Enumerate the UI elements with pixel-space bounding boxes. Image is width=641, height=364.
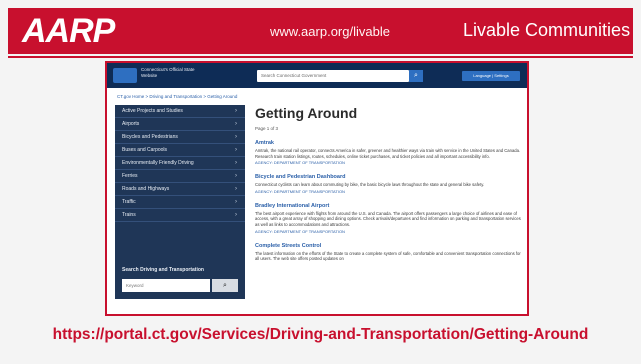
entry-title-link[interactable]: Complete Streets Control — [255, 243, 521, 249]
entry-description: Connecticut cyclists can learn about com… — [255, 182, 485, 188]
chevron-right-icon: › — [235, 147, 237, 153]
sidebar-item-label: Trains — [122, 212, 136, 218]
entry-title-link[interactable]: Bradley International Airport — [255, 203, 521, 209]
sidebar-item-roads[interactable]: Roads and Highways › — [115, 183, 245, 196]
entry-description: Amtrak, the national rail operator, conn… — [255, 148, 521, 159]
header-url[interactable]: www.aarp.org/livable — [270, 24, 390, 39]
language-button[interactable]: Language | Settings — [462, 71, 520, 81]
portal-header: Connecticut's Official State Website Sea… — [107, 63, 527, 88]
chevron-right-icon: › — [235, 108, 237, 114]
entry-agency-link[interactable]: AGENCY: DEPARTMENT OF TRANSPORTATION — [255, 160, 521, 165]
chevron-right-icon: › — [235, 212, 237, 218]
sidebar-item-eco-driving[interactable]: Environmentally Friendly Driving › — [115, 157, 245, 170]
sidebar-item-label: Active Projects and Studies — [122, 108, 183, 114]
list-item: Complete Streets Control The latest info… — [255, 243, 521, 262]
website-screenshot: Connecticut's Official State Website Sea… — [105, 61, 529, 316]
sidebar-search-input[interactable]: Keyword — [122, 279, 210, 292]
entry-agency-link[interactable]: AGENCY: DEPARTMENT OF TRANSPORTATION — [255, 189, 521, 194]
portal-search-input[interactable]: Search Connecticut Government — [257, 70, 409, 82]
chevron-right-icon: › — [235, 199, 237, 205]
header-divider — [8, 56, 633, 58]
breadcrumb[interactable]: CT.gov Home > Driving and Transportation… — [117, 94, 237, 99]
sidebar-item-label: Bicycles and Pedestrians — [122, 134, 178, 140]
sidebar: Active Projects and Studies › Airports › B… — [115, 105, 245, 265]
entry-title-link[interactable]: Bicycle and Pedestrian Dashboard — [255, 174, 521, 180]
list-item: Bradley International Airport The best a… — [255, 203, 521, 234]
entry-title-link[interactable]: Amtrak — [255, 140, 521, 146]
header-band: AARP www.aarp.org/livable Livable Commun… — [8, 8, 633, 54]
sidebar-item-label: Buses and Carpools — [122, 147, 168, 153]
sidebar-item-ferries[interactable]: Ferries › — [115, 170, 245, 183]
list-item: Bicycle and Pedestrian Dashboard Connect… — [255, 174, 521, 194]
sidebar-item-active-projects[interactable]: Active Projects and Studies › — [115, 105, 245, 118]
slide: AARP www.aarp.org/livable Livable Commun… — [0, 0, 641, 364]
page-count: Page 1 of 3 — [255, 126, 279, 131]
chevron-right-icon: › — [235, 173, 237, 179]
sidebar-item-bicycles[interactable]: Bicycles and Pedestrians › — [115, 131, 245, 144]
sidebar-item-buses[interactable]: Buses and Carpools › — [115, 144, 245, 157]
ct-gov-logo-icon[interactable] — [113, 68, 137, 83]
source-url[interactable]: https://portal.ct.gov/Services/Driving-a… — [0, 326, 641, 344]
search-icon[interactable]: ⌕ — [212, 279, 238, 292]
header-title: Livable Communities — [463, 20, 631, 40]
search-icon[interactable]: ⌕ — [409, 70, 423, 82]
chevron-right-icon: › — [235, 121, 237, 127]
entry-agency-link[interactable]: AGENCY: DEPARTMENT OF TRANSPORTATION — [255, 229, 521, 234]
sidebar-item-label: Roads and Highways — [122, 186, 170, 192]
sidebar-item-trains[interactable]: Trains › — [115, 209, 245, 222]
page-title: Getting Around — [255, 105, 358, 121]
sidebar-item-traffic[interactable]: Traffic › — [115, 196, 245, 209]
sidebar-item-label: Ferries — [122, 173, 138, 179]
sidebar-search: Search Driving and Transportation Keywor… — [115, 265, 245, 299]
chevron-right-icon: › — [235, 186, 237, 192]
sidebar-search-label: Search Driving and Transportation — [122, 267, 204, 273]
list-item: Amtrak Amtrak, the national rail operato… — [255, 140, 521, 165]
entry-description: The latest information on the efforts of… — [255, 250, 521, 262]
sidebar-item-label: Traffic — [122, 199, 136, 205]
sidebar-item-airports[interactable]: Airports › — [115, 118, 245, 131]
sidebar-item-label: Environmentally Friendly Driving — [122, 160, 194, 166]
portal-logo-text: Connecticut's Official State Website — [141, 67, 195, 78]
aarp-logo: AARP — [22, 12, 115, 50]
main-content: Getting Around Page 1 of 3 Amtrak Amtrak… — [255, 105, 521, 262]
chevron-right-icon: › — [235, 160, 237, 166]
entry-description: The best airport experience with flights… — [255, 210, 521, 227]
chevron-right-icon: › — [235, 134, 237, 140]
sidebar-item-label: Airports — [122, 121, 140, 127]
